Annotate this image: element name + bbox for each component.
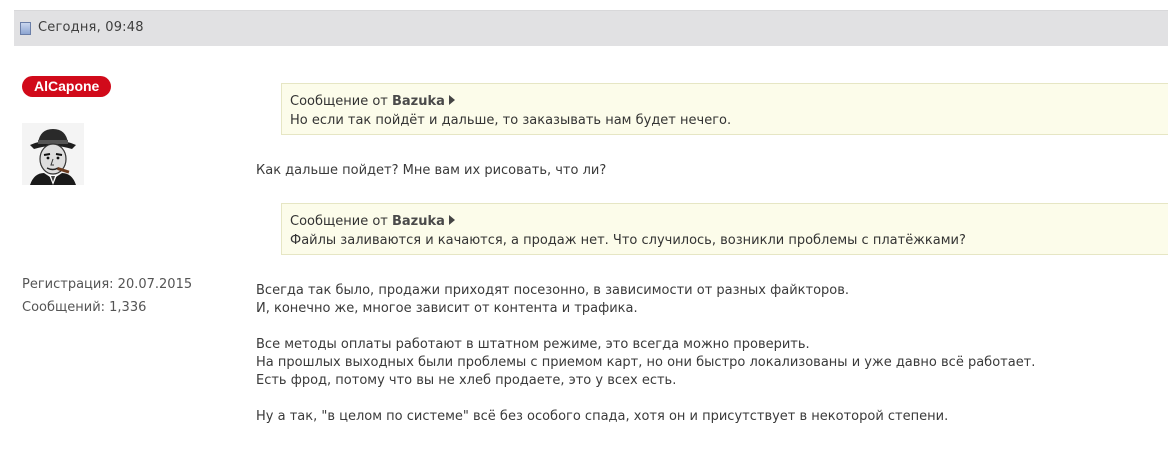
quote-block: Сообщение от Bazuka Но если так пойдёт и… <box>281 83 1168 135</box>
post-line: Всегда так было, продажи приходят посезо… <box>256 283 850 298</box>
username-badge[interactable]: AlCapone <box>22 76 112 97</box>
post-paragraph: Ну а так, "в целом по системе" всё без о… <box>256 409 949 424</box>
post-paragraph: Все методы оплаты работают в штатном реж… <box>256 336 1035 390</box>
quote-prefix: Сообщение от <box>290 214 388 229</box>
post-paragraph: Всегда так было, продажи приходят посезо… <box>256 282 849 318</box>
post-paragraph: Как дальше пойдет? Мне вам их рисовать, … <box>256 163 607 178</box>
quote-prefix: Сообщение от <box>290 94 388 109</box>
quote-author: Bazuka <box>392 214 445 229</box>
registration-date: Регистрация: 20.07.2015 <box>22 277 193 292</box>
quote-author: Bazuka <box>392 94 445 109</box>
view-post-arrow-icon[interactable] <box>448 95 455 105</box>
quote-text: Файлы заливаются и качаются, а продаж не… <box>290 233 966 248</box>
view-post-arrow-icon[interactable] <box>448 215 455 225</box>
quote-text: Но если так пойдёт и дальше, то заказыва… <box>290 113 732 128</box>
avatar[interactable] <box>22 123 84 185</box>
post-line: Есть фрод, потому что вы не хлеб продает… <box>256 373 677 388</box>
quote-block: Сообщение от Bazuka Файлы заливаются и к… <box>281 203 1168 255</box>
post-icon <box>20 22 31 35</box>
quote-header: Сообщение от Bazuka <box>290 212 1168 231</box>
post-line: И, конечно же, многое зависит от контент… <box>256 301 638 316</box>
post-date: Сегодня, 09:48 <box>38 20 144 35</box>
post-line: Все методы оплаты работают в штатном реж… <box>256 337 810 352</box>
user-stats: Регистрация: 20.07.2015 Сообщений: 1,336 <box>22 273 192 319</box>
message-count: Сообщений: 1,336 <box>22 300 147 315</box>
post-header: Сегодня, 09:48 <box>14 10 1168 46</box>
quote-header: Сообщение от Bazuka <box>290 92 1168 111</box>
post-line: На прошлых выходных были проблемы с прие… <box>256 355 1036 370</box>
